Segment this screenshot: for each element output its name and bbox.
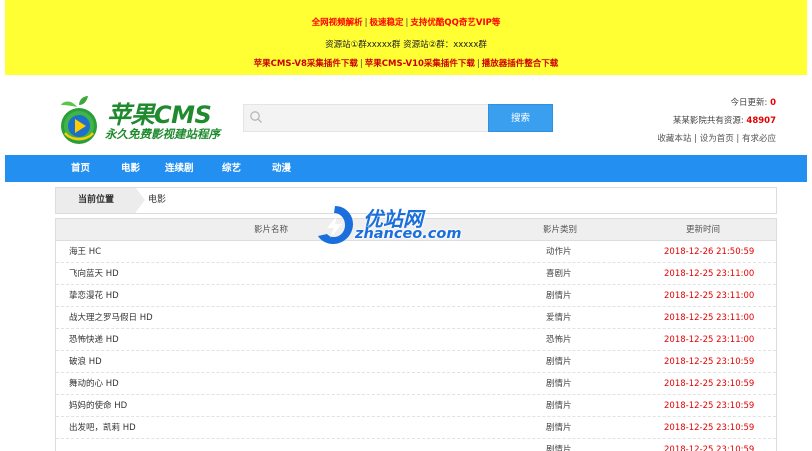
request-link[interactable]: 有求必应 xyxy=(742,134,776,144)
movie-update-time: 2018-12-25 23:10:59 xyxy=(664,357,755,367)
download-v10-link[interactable]: 苹果CMS-V10采集插件下载 xyxy=(365,59,475,69)
nav-item-movies[interactable]: 电影 xyxy=(121,155,140,182)
set-homepage-link[interactable]: 设为首页 xyxy=(700,134,734,144)
movie-update-time: 2018-12-25 23:10:59 xyxy=(664,401,755,411)
movie-title-link[interactable]: 挚恋漫花 HD xyxy=(69,285,119,307)
movie-type: 剧情片 xyxy=(546,291,572,301)
header-type: 影片类别 xyxy=(543,225,578,235)
watermark: 优站网 zhanceo.com xyxy=(315,203,495,247)
total-resources: 某某影院共有资源: 48907 xyxy=(672,116,776,126)
search-button[interactable]: 搜索 xyxy=(488,104,553,132)
download-player-link[interactable]: 播放器插件整合下载 xyxy=(482,59,559,69)
nav-item-home[interactable]: 首页 xyxy=(71,155,90,182)
banner-line-2: 资源站①群xxxxx群 资源站②群：xxxxx群 xyxy=(325,40,487,50)
bookmark-link[interactable]: 收藏本站 xyxy=(657,134,691,144)
movie-table: 影片名称 影片类别 更新时间 海王 HC 动作片 2018-12-26 21:5… xyxy=(55,218,777,451)
header-name: 影片名称 xyxy=(254,225,289,235)
announcement-banner: 全网视频解析 | 极速稳定 | 支持优酷QQ奇艺VIP等 资源站①群xxxxx群 资源站… xyxy=(5,0,807,75)
movie-title-link[interactable]: 破浪 HD xyxy=(69,351,102,373)
nav-item-anime[interactable]: 动漫 xyxy=(272,155,291,182)
movie-update-time: 2018-12-25 23:10:59 xyxy=(664,423,755,433)
banner-line-3: 苹果CMS-V8采集插件下载 | 苹果CMS-V10采集插件下载 | 播放器插件整合下载 xyxy=(253,59,559,69)
movie-type: 剧情片 xyxy=(546,423,572,433)
banner-link-vip[interactable]: 支持优酷QQ奇艺VIP等 xyxy=(410,18,500,28)
movie-update-time: 2018-12-25 23:11:00 xyxy=(664,269,755,279)
nav-item-variety[interactable]: 综艺 xyxy=(222,155,241,182)
movie-update-time: 2018-12-25 23:10:59 xyxy=(664,445,755,451)
movie-type: 爱情片 xyxy=(546,313,572,323)
table-row[interactable]: 挚恋漫花 HD 剧情片 2018-12-25 23:11:00 xyxy=(56,285,776,307)
movie-title-link[interactable]: 舞动的心 HD xyxy=(69,373,119,395)
total-count: 48907 xyxy=(746,116,776,126)
table-row[interactable]: 飞向蓝天 HD 喜剧片 2018-12-25 23:11:00 xyxy=(56,263,776,285)
search-icon xyxy=(250,111,262,123)
watermark-logo-icon xyxy=(318,206,353,244)
banner-link-parse[interactable]: 全网视频解析 xyxy=(312,18,363,28)
movie-title-link[interactable]: 恐怖快递 HD xyxy=(69,329,119,351)
site-logo[interactable]: 苹果CMS 永久免费影视建站程序 xyxy=(57,95,227,145)
movie-update-time: 2018-12-25 23:11:00 xyxy=(664,291,755,301)
today-count: 0 xyxy=(770,98,776,108)
table-row[interactable]: 剧情片 2018-12-25 23:10:59 xyxy=(56,439,776,451)
table-row[interactable]: 出发吧，凯莉 HD 剧情片 2018-12-25 23:10:59 xyxy=(56,417,776,439)
movie-title-link[interactable]: 海王 HC xyxy=(69,241,101,263)
movie-update-time: 2018-12-25 23:11:00 xyxy=(664,313,755,323)
table-row[interactable]: 恐怖快递 HD 恐怖片 2018-12-25 23:11:00 xyxy=(56,329,776,351)
today-updates: 今日更新: 0 xyxy=(730,98,777,108)
movie-type: 剧情片 xyxy=(546,357,572,367)
header-time: 更新时间 xyxy=(686,225,721,235)
main-nav: 首页 电影 连续剧 综艺 动漫 xyxy=(5,155,807,182)
table-row[interactable]: 舞动的心 HD 剧情片 2018-12-25 23:10:59 xyxy=(56,373,776,395)
download-v8-link[interactable]: 苹果CMS-V8采集插件下载 xyxy=(254,59,358,69)
movie-title-link[interactable]: 战大理之罗马假日 HD xyxy=(69,307,153,329)
breadcrumb-arrow xyxy=(136,188,145,212)
nav-item-series[interactable]: 连续剧 xyxy=(165,155,194,182)
banner-line-1: 全网视频解析 | 极速稳定 | 支持优酷QQ奇艺VIP等 xyxy=(311,18,501,28)
movie-type: 恐怖片 xyxy=(546,335,572,345)
movie-type: 动作片 xyxy=(546,247,572,257)
movie-update-time: 2018-12-25 23:11:00 xyxy=(664,335,755,345)
apple-logo-icon xyxy=(61,96,97,144)
movie-type: 剧情片 xyxy=(546,445,572,451)
banner-link-stable[interactable]: 极速稳定 xyxy=(370,18,404,28)
table-row[interactable]: 战大理之罗马假日 HD 爱情片 2018-12-25 23:11:00 xyxy=(56,307,776,329)
movie-title-link[interactable]: 妈妈的使命 HD xyxy=(69,395,127,417)
movie-type: 剧情片 xyxy=(546,379,572,389)
table-row[interactable]: 妈妈的使命 HD 剧情片 2018-12-25 23:10:59 xyxy=(56,395,776,417)
movie-title-link[interactable]: 出发吧，凯莉 HD xyxy=(69,417,136,439)
movie-type: 喜剧片 xyxy=(546,269,572,279)
header-links: 收藏本站 | 设为首页 | 有求必应 xyxy=(657,134,776,144)
movie-update-time: 2018-12-25 23:10:59 xyxy=(664,379,755,389)
movie-title-link[interactable]: 飞向蓝天 HD xyxy=(69,263,119,285)
logo-title: 苹果CMS xyxy=(107,101,212,129)
logo-subtitle: 永久免费影视建站程序 xyxy=(105,127,220,141)
breadcrumb-label: 当前位置 xyxy=(56,188,136,213)
watermark-domain: zhanceo.com xyxy=(355,226,462,242)
movie-type: 剧情片 xyxy=(546,401,572,411)
table-row[interactable]: 破浪 HD 剧情片 2018-12-25 23:10:59 xyxy=(56,351,776,373)
search-input[interactable] xyxy=(243,104,489,132)
movie-update-time: 2018-12-26 21:50:59 xyxy=(664,247,755,257)
breadcrumb-current[interactable]: 电影 xyxy=(148,188,166,213)
